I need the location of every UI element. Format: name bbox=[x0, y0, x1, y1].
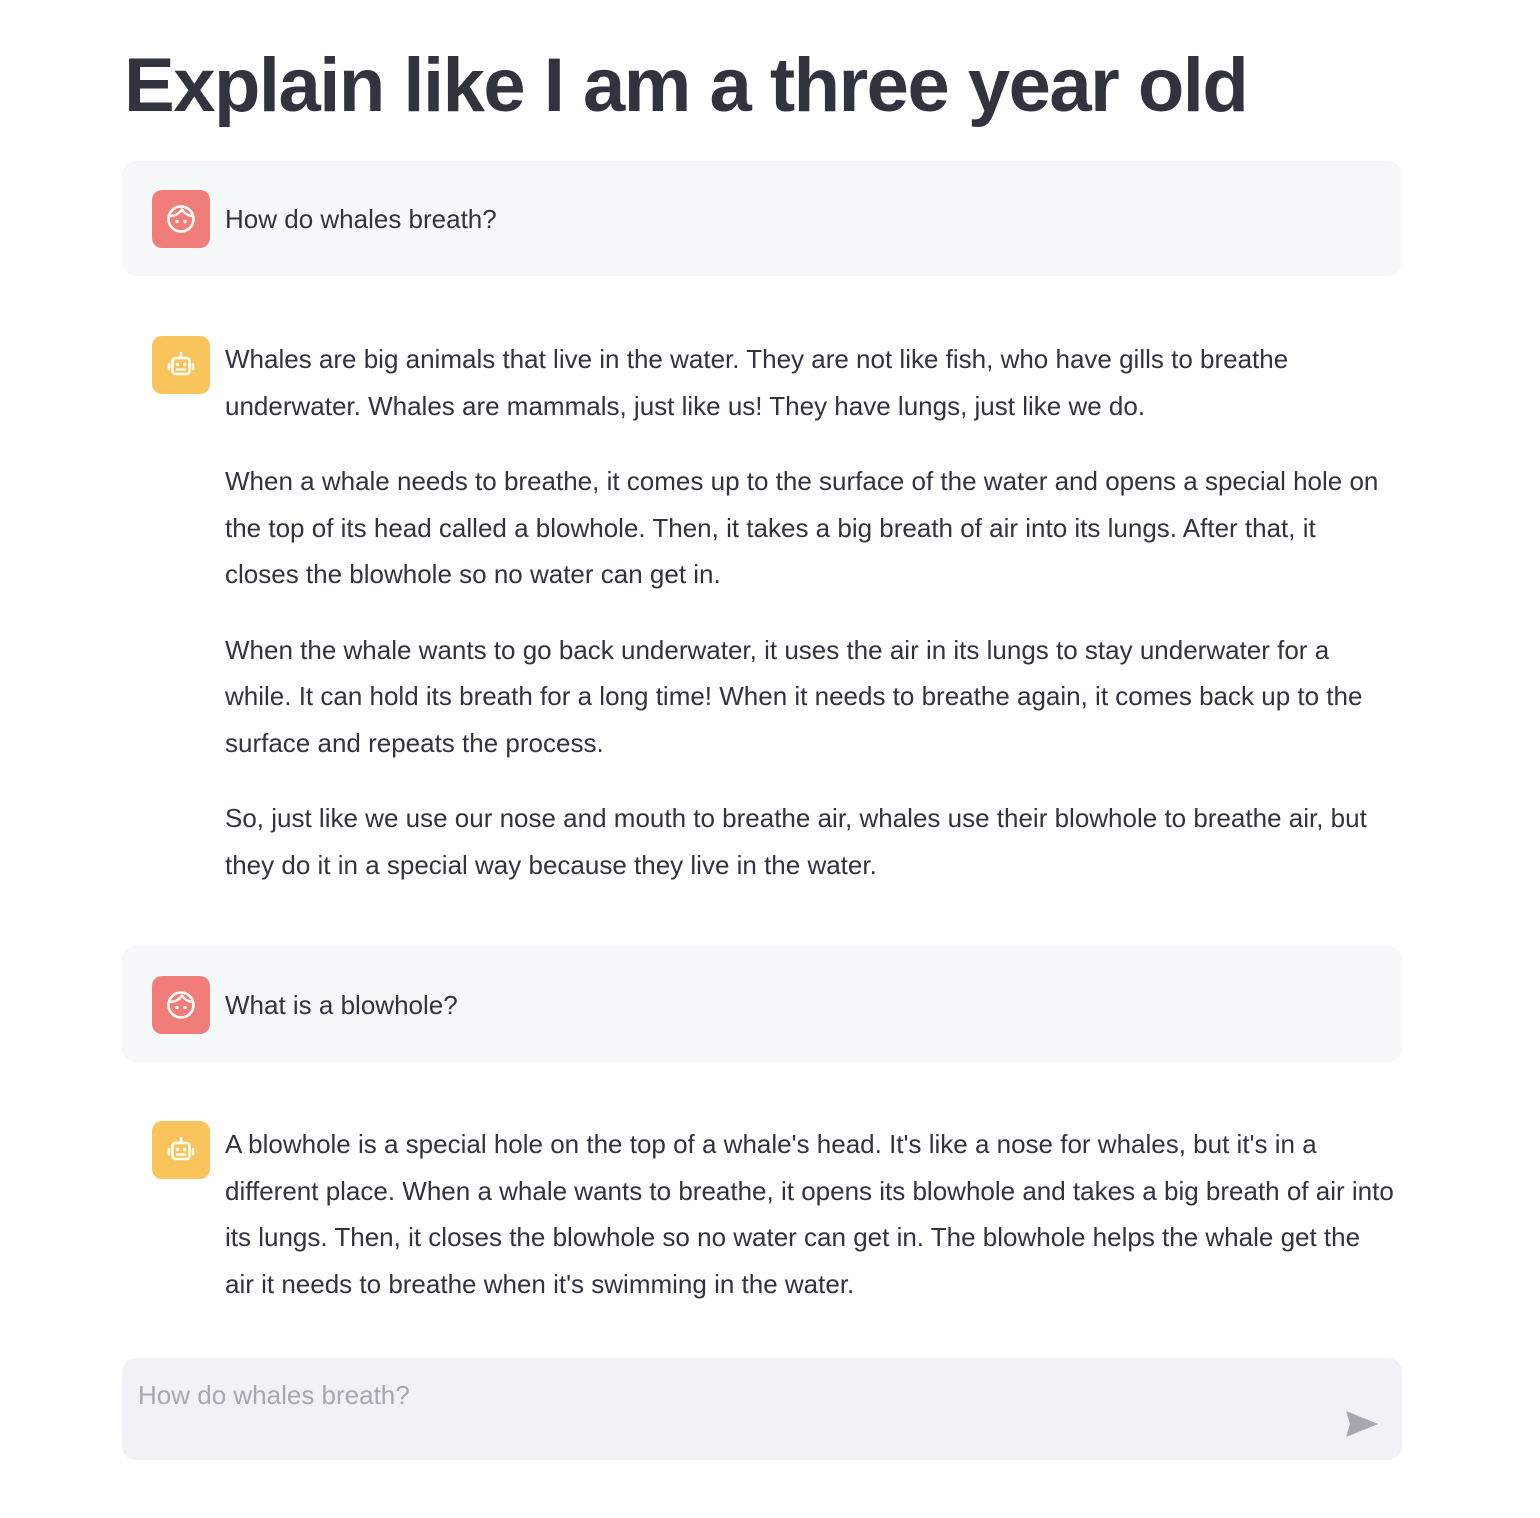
message-content: What is a blowhole? bbox=[225, 982, 1395, 1029]
chat-message-user: What is a blowhole? bbox=[122, 946, 1402, 1062]
robot-icon bbox=[167, 351, 195, 376]
chat-input-field[interactable] bbox=[138, 1376, 1318, 1436]
chat-input-box bbox=[122, 1358, 1402, 1460]
message-paragraph: When a whale needs to breathe, it comes … bbox=[225, 466, 1379, 589]
face-smile-icon bbox=[167, 205, 195, 233]
page-title: Explain like I am a three year old bbox=[124, 43, 1249, 128]
message-content: A blowhole is a special hole on the top … bbox=[225, 1121, 1395, 1307]
chat-message-user: How do whales breath? bbox=[122, 161, 1402, 276]
send-icon bbox=[1346, 1411, 1378, 1437]
chat-message-assistant: A blowhole is a special hole on the top … bbox=[122, 1092, 1402, 1322]
send-button[interactable] bbox=[1340, 1404, 1384, 1444]
user-avatar bbox=[152, 190, 210, 248]
message-content: Whales are big animals that live in the … bbox=[225, 336, 1395, 888]
message-paragraph: A blowhole is a special hole on the top … bbox=[225, 1129, 1394, 1299]
message-paragraph: What is a blowhole? bbox=[225, 990, 458, 1020]
assistant-avatar bbox=[152, 336, 210, 394]
robot-icon bbox=[167, 1136, 195, 1161]
face-smile-icon bbox=[167, 991, 195, 1019]
message-paragraph: So, just like we use our nose and mouth … bbox=[225, 803, 1367, 880]
user-avatar bbox=[152, 976, 210, 1034]
message-paragraph: Whales are big animals that live in the … bbox=[225, 344, 1289, 421]
chat-message-assistant: Whales are big animals that live in the … bbox=[122, 307, 1402, 907]
assistant-avatar bbox=[152, 1121, 210, 1179]
message-paragraph: How do whales breath? bbox=[225, 204, 497, 234]
message-paragraph: When the whale wants to go back underwat… bbox=[225, 634, 1363, 758]
message-content: How do whales breath? bbox=[225, 196, 1395, 243]
